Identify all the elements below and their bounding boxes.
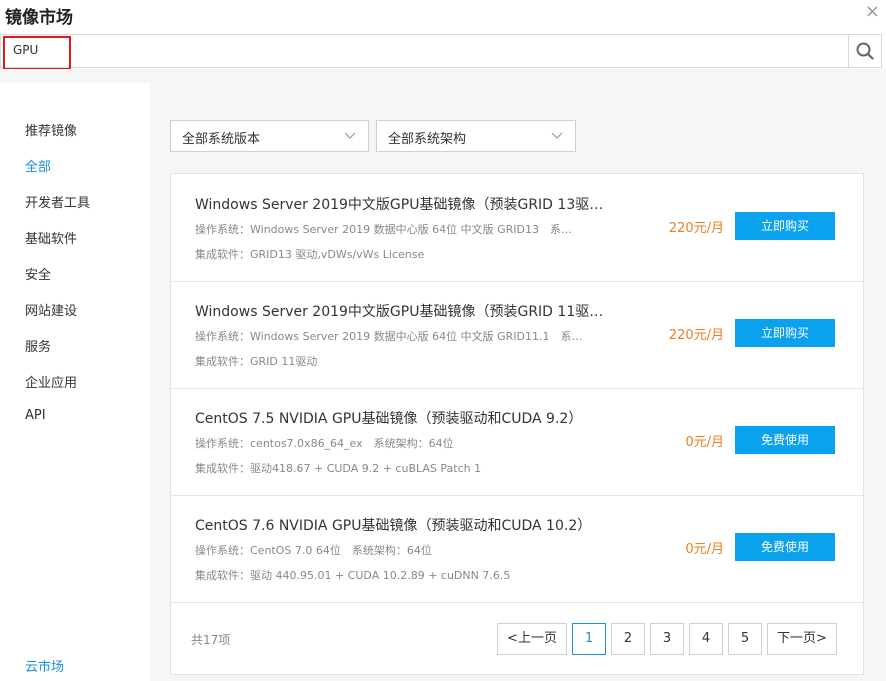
page-button-3[interactable]: 3 [650,623,684,655]
close-icon[interactable]: × [865,2,880,22]
main-content: 全部系统版本 全部系统架构 Windows Server 2019中文版GPU基… [150,83,886,681]
image-name: CentOS 7.5 NVIDIA GPU基础镜像（预装驱动和CUDA 9.2） [195,411,583,427]
sidebar-item-services[interactable]: 服务 [25,336,51,355]
image-name: CentOS 7.6 NVIDIA GPU基础镜像（预装驱动和CUDA 10.2… [195,518,592,534]
total-count: 共17项 [191,633,231,647]
chevron-down-icon [344,132,356,139]
image-list: Windows Server 2019中文版GPU基础镜像（预装GRID 13驱… [170,173,864,675]
image-os: 操作系统：CentOS 7.0 64位 系统架构：64位 [195,544,432,557]
sidebar-item-api[interactable]: API [25,408,46,423]
page-button-5[interactable]: 5 [728,623,762,655]
image-software: 集成软件：GRID 11驱动 [195,355,318,368]
divider-band [0,69,886,83]
prev-page-button[interactable]: <上一页 [497,623,567,655]
image-name: Windows Server 2019中文版GPU基础镜像（预装GRID 13驱… [195,197,604,213]
category-sidebar: 推荐镜像 全部 开发者工具 基础软件 安全 网站建设 服务 企业应用 API 云… [0,83,150,681]
page-button-4[interactable]: 4 [689,623,723,655]
free-use-button[interactable]: 免费使用 [735,426,835,454]
sidebar-item-developer-tools[interactable]: 开发者工具 [25,192,90,211]
image-name: Windows Server 2019中文版GPU基础镜像（预装GRID 11驱… [195,304,604,320]
image-software: 集成软件：驱动418.67 + CUDA 9.2 + cuBLAS Patch … [195,462,482,475]
sidebar-item-recommended[interactable]: 推荐镜像 [25,120,77,139]
buy-now-button[interactable]: 立即购买 [735,212,835,240]
image-card: Windows Server 2019中文版GPU基础镜像（预装GRID 13驱… [171,174,863,282]
search-icon [856,42,874,60]
dialog-title: 镜像市场 [5,8,73,28]
version-filter-value: 全部系统版本 [182,132,261,147]
search-button[interactable] [848,35,881,67]
image-price: 0元/月 [685,542,724,557]
search-bar [0,34,882,70]
image-price: 220元/月 [668,328,724,343]
next-page-button[interactable]: 下一页> [767,623,837,655]
image-os: 操作系统：Windows Server 2019 数据中心版 64位 中文版 G… [195,223,573,236]
sidebar-item-security[interactable]: 安全 [25,264,51,283]
image-os: 操作系统：Windows Server 2019 数据中心版 64位 中文版 G… [195,330,583,343]
page-button-2[interactable]: 2 [611,623,645,655]
image-card: CentOS 7.6 NVIDIA GPU基础镜像（预装驱动和CUDA 10.2… [171,495,863,603]
image-card: CentOS 7.5 NVIDIA GPU基础镜像（预装驱动和CUDA 9.2）… [171,388,863,496]
chevron-down-icon [551,132,563,139]
image-card: Windows Server 2019中文版GPU基础镜像（预装GRID 11驱… [171,281,863,389]
image-price: 220元/月 [668,221,724,236]
image-software: 集成软件：驱动 440.95.01 + CUDA 10.2.89 + cuDNN… [195,569,511,582]
sidebar-item-website[interactable]: 网站建设 [25,300,77,319]
version-filter-select[interactable]: 全部系统版本 [170,120,369,152]
cloud-market-link[interactable]: 云市场 [25,656,64,675]
arch-filter-value: 全部系统架构 [388,132,467,147]
sidebar-item-all[interactable]: 全部 [25,156,51,175]
image-os: 操作系统：centos7.0x86_64_ex 系统架构：64位 [195,437,454,450]
sidebar-item-basic-software[interactable]: 基础软件 [25,228,77,247]
image-software: 集成软件：GRID13 驱动,vDWs/vWs License [195,248,425,261]
free-use-button[interactable]: 免费使用 [735,533,835,561]
search-input[interactable] [13,43,713,57]
page-button-1[interactable]: 1 [572,623,606,655]
image-price: 0元/月 [685,435,724,450]
buy-now-button[interactable]: 立即购买 [735,319,835,347]
sidebar-item-enterprise[interactable]: 企业应用 [25,372,77,391]
arch-filter-select[interactable]: 全部系统架构 [376,120,576,152]
